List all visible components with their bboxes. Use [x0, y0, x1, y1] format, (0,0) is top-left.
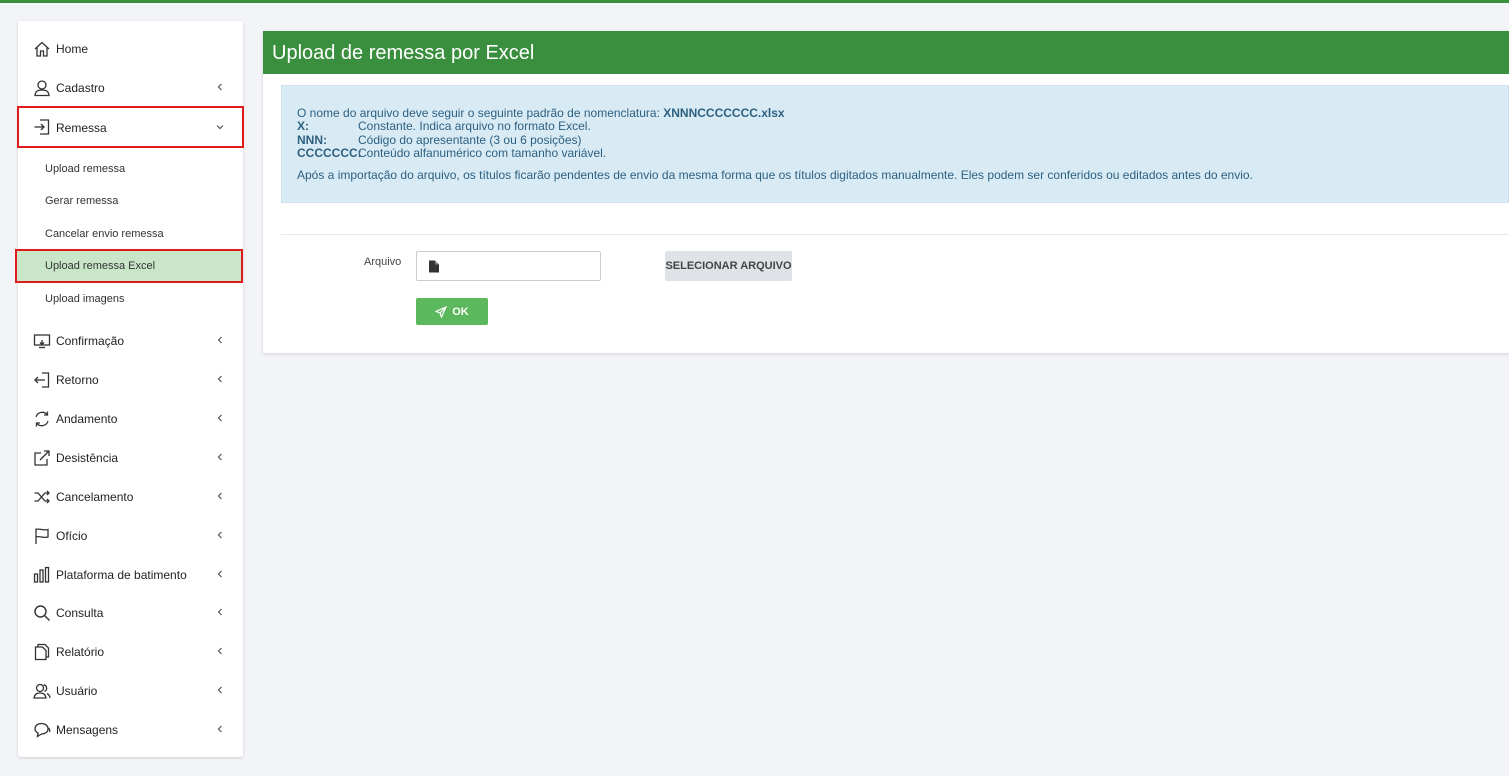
info-row: X: Constante. Indica arquivo no formato …: [297, 119, 1508, 134]
bar-chart-icon: [33, 566, 51, 584]
sidebar-item-label: Ofício: [56, 529, 88, 543]
sidebar-subitem-cancelar-envio-remessa[interactable]: Cancelar envio remessa: [18, 218, 243, 250]
sidebar-item-home[interactable]: Home: [18, 31, 243, 67]
sidebar-item-consulta[interactable]: Consulta: [18, 595, 243, 631]
sidebar-item-mensagens[interactable]: Mensagens: [18, 712, 243, 748]
sidebar-subitem-upload-remessa[interactable]: Upload remessa: [18, 153, 243, 185]
chevron-left-icon: [215, 373, 225, 385]
sidebar-subitem-label: Upload imagens: [45, 293, 125, 305]
sidebar-item-label: Cancelamento: [56, 490, 134, 504]
sidebar-item-desistencia[interactable]: Desistência: [18, 440, 243, 476]
sidebar-item-oficio[interactable]: Ofício: [18, 518, 243, 554]
paper-plane-icon: [435, 305, 448, 318]
info-row: CCCCCCC: Conteúdo alfanumérico com taman…: [297, 146, 1508, 161]
sidebar-item-label: Confirmação: [56, 334, 125, 348]
sidebar-item-label: Mensagens: [56, 723, 119, 737]
sidebar: Home Cadastro Remessa Upload remessa Ger…: [15, 21, 244, 757]
share-icon: [33, 449, 51, 467]
chevron-left-icon: [215, 334, 225, 346]
info-row-key: X:: [297, 119, 309, 133]
chevron-left-icon: [215, 81, 225, 93]
sidebar-item-label: Consulta: [56, 606, 104, 620]
sidebar-subitem-label: Cancelar envio remessa: [45, 228, 164, 240]
sidebar-item-andamento[interactable]: Andamento: [18, 401, 243, 437]
file-icon: [428, 260, 440, 273]
shuffle-icon: [33, 488, 51, 506]
chevron-left-icon: [215, 568, 225, 580]
sidebar-item-relatorio[interactable]: Relatório: [18, 634, 243, 670]
info-note: Após a importação do arquivo, os títulos…: [297, 167, 1253, 182]
chevron-left-icon: [215, 451, 225, 463]
chat-icon: [33, 721, 51, 739]
ok-button[interactable]: OK: [416, 298, 488, 325]
chevron-left-icon: [215, 412, 225, 424]
sidebar-item-label: Cadastro: [56, 81, 105, 95]
info-row-value: Constante. Indica arquivo no formato Exc…: [358, 119, 591, 133]
sidebar-subitem-upload-imagens[interactable]: Upload imagens: [18, 283, 243, 315]
sidebar-item-cadastro[interactable]: Cadastro: [18, 70, 243, 106]
monitor-icon: [33, 332, 51, 350]
info-box: O nome do arquivo deve seguir o seguinte…: [281, 85, 1509, 203]
top-accent-line: [0, 0, 1509, 3]
sidebar-subitem-gerar-remessa[interactable]: Gerar remessa: [18, 185, 243, 217]
chevron-left-icon: [215, 723, 225, 735]
sign-in-icon: [33, 118, 51, 136]
page-title: Upload de remessa por Excel: [263, 31, 1509, 74]
info-row-key: CCCCCCC:: [297, 146, 362, 160]
ok-button-label: OK: [452, 305, 469, 318]
search-icon: [33, 604, 51, 622]
sidebar-item-retorno[interactable]: Retorno: [18, 362, 243, 398]
info-pattern: XNNNCCCCCCC.xlsx: [663, 106, 785, 120]
sidebar-item-label: Retorno: [56, 373, 99, 387]
user-icon: [33, 79, 51, 97]
sidebar-subitem-label: Gerar remessa: [45, 195, 119, 207]
chevron-left-icon: [215, 490, 225, 502]
info-row-value: Conteúdo alfanumérico com tamanho variáv…: [358, 146, 607, 160]
sidebar-item-cancelamento[interactable]: Cancelamento: [18, 479, 243, 515]
flag-icon: [33, 527, 51, 545]
sidebar-item-label: Relatório: [56, 645, 105, 659]
sidebar-item-label: Home: [56, 42, 89, 56]
divider: [281, 234, 1509, 235]
sidebar-item-plataforma-de-batimento[interactable]: Plataforma de batimento: [18, 557, 243, 593]
chevron-down-icon: [215, 121, 225, 133]
refresh-icon: [33, 410, 51, 428]
file-field-label: Arquivo: [364, 256, 402, 268]
sidebar-item-confirmacao[interactable]: Confirmação: [18, 323, 243, 359]
sidebar-item-label: Plataforma de batimento: [56, 568, 187, 582]
sidebar-item-label: Desistência: [56, 451, 119, 465]
sidebar-item-label: Remessa: [56, 121, 107, 135]
chevron-left-icon: [215, 529, 225, 541]
chevron-left-icon: [215, 645, 225, 657]
chevron-left-icon: [215, 606, 225, 618]
sidebar-item-label: Andamento: [56, 412, 118, 426]
chevron-left-icon: [215, 684, 225, 696]
sidebar-item-label: Usuário: [56, 684, 98, 698]
main-panel: Upload de remessa por Excel O nome do ar…: [263, 31, 1509, 353]
sign-out-icon: [33, 371, 51, 389]
info-row-value: Código do apresentante (3 ou 6 posições): [358, 132, 582, 147]
select-file-button[interactable]: SELECIONAR ARQUIVO: [665, 251, 792, 281]
sidebar-item-usuario[interactable]: Usuário: [18, 673, 243, 709]
info-row: NNN: Código do apresentante (3 ou 6 posi…: [297, 132, 1508, 148]
sidebar-subitem-label: Upload remessa Excel: [45, 260, 156, 272]
sidebar-subitem-label: Upload remessa: [45, 163, 126, 175]
info-intro-line: O nome do arquivo deve seguir o seguinte…: [297, 106, 1508, 120]
home-icon: [33, 40, 51, 58]
info-intro-text: O nome do arquivo deve seguir o seguinte…: [297, 106, 664, 120]
users-icon: [33, 682, 51, 700]
file-input[interactable]: [416, 251, 601, 281]
sidebar-subitem-upload-remessa-excel[interactable]: Upload remessa Excel: [15, 249, 243, 283]
documents-icon: [33, 643, 51, 661]
info-row-key: NNN:: [297, 132, 327, 147]
sidebar-item-remessa[interactable]: Remessa: [17, 106, 244, 148]
